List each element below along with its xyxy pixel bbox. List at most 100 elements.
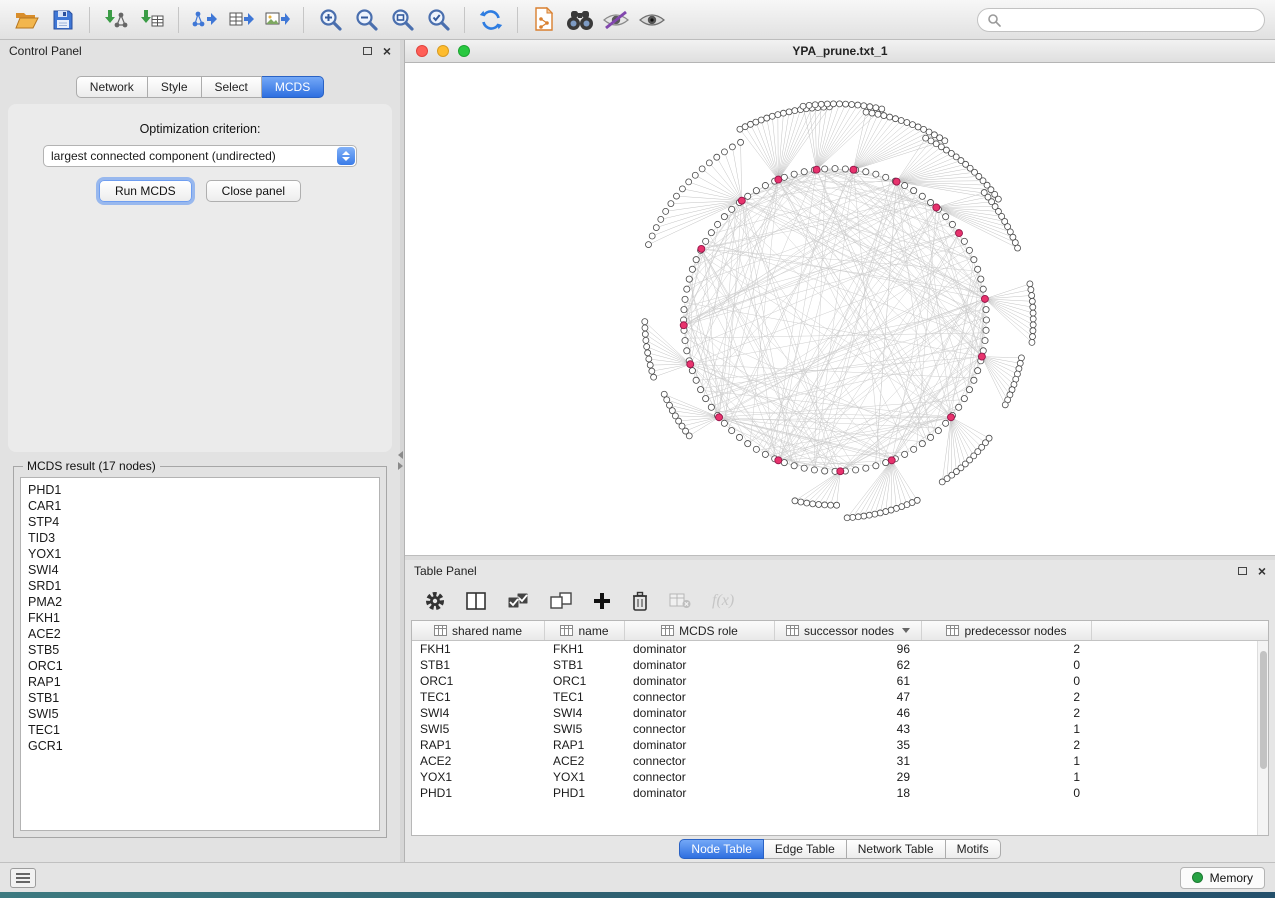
tab-select[interactable]: Select	[202, 76, 262, 98]
export-table-button[interactable]	[224, 5, 258, 35]
deselect-all-button[interactable]	[550, 592, 572, 610]
column-header-successor-nodes[interactable]: successor nodes	[775, 621, 922, 640]
apply-layout-button[interactable]	[474, 5, 508, 35]
table-row[interactable]: TEC1TEC1connector472	[412, 689, 1268, 705]
mcds-result-item[interactable]: TID3	[21, 530, 379, 546]
column-header-predecessor-nodes[interactable]: predecessor nodes	[922, 621, 1092, 640]
chevron-down-icon[interactable]	[902, 628, 910, 633]
mcds-result-item[interactable]: STB1	[21, 690, 379, 706]
tab-style[interactable]: Style	[148, 76, 202, 98]
column-header-name[interactable]: name	[545, 621, 625, 640]
criterion-dropdown[interactable]: largest connected component (undirected)	[43, 145, 357, 167]
mcds-result-item[interactable]: CAR1	[21, 498, 379, 514]
column-type-icon	[434, 625, 447, 636]
table-row[interactable]: PHD1PHD1dominator180	[412, 785, 1268, 801]
open-network-button[interactable]	[10, 5, 44, 35]
mcds-result-list[interactable]: PHD1CAR1STP4TID3YOX1SWI4SRD1PMA2FKH1ACE2…	[20, 477, 380, 831]
gear-icon	[425, 591, 445, 611]
table-cell: PHD1	[412, 785, 545, 801]
tab-network[interactable]: Network	[76, 76, 148, 98]
find-button[interactable]	[563, 5, 597, 35]
table-scrollbar[interactable]	[1257, 641, 1268, 835]
panel-splitter[interactable]	[400, 40, 404, 862]
splitter-collapse-icon[interactable]	[398, 451, 403, 470]
table-mode-button[interactable]	[425, 591, 445, 611]
mcds-result-item[interactable]: ACE2	[21, 626, 379, 642]
tab-edge-table[interactable]: Edge Table	[764, 839, 847, 859]
mcds-result-item[interactable]: SWI4	[21, 562, 379, 578]
export-image-button[interactable]	[260, 5, 294, 35]
export-network-button[interactable]	[188, 5, 222, 35]
column-header-filler	[1092, 621, 1268, 640]
table-cell: ACE2	[412, 753, 545, 769]
mcds-result-item[interactable]: ORC1	[21, 658, 379, 674]
columns-icon	[466, 592, 486, 610]
share-network-file-button[interactable]	[527, 5, 561, 35]
hide-selected-button[interactable]	[599, 5, 633, 35]
scrollbar-thumb[interactable]	[1260, 651, 1267, 769]
mcds-result-item[interactable]: TEC1	[21, 722, 379, 738]
mcds-result-item[interactable]: PMA2	[21, 594, 379, 610]
mcds-result-item[interactable]: STP4	[21, 514, 379, 530]
zoom-selected-button[interactable]	[421, 5, 455, 35]
tab-mcds[interactable]: MCDS	[262, 76, 324, 98]
table-cell: connector	[625, 753, 775, 769]
export-table-icon	[228, 8, 254, 32]
table-cell: ORC1	[545, 673, 625, 689]
table-row[interactable]: RAP1RAP1dominator352	[412, 737, 1268, 753]
tab-network-table[interactable]: Network Table	[847, 839, 946, 859]
column-header-mcds-role[interactable]: MCDS role	[625, 621, 775, 640]
float-panel-icon[interactable]	[1238, 567, 1247, 575]
delete-table-icon	[669, 593, 691, 609]
network-graph[interactable]	[405, 63, 1275, 555]
show-all-button[interactable]	[635, 5, 669, 35]
table-row[interactable]: ORC1ORC1dominator610	[412, 673, 1268, 689]
zoom-in-button[interactable]	[313, 5, 347, 35]
mcds-result-item[interactable]: SRD1	[21, 578, 379, 594]
mcds-result-item[interactable]: RAP1	[21, 674, 379, 690]
mcds-result-item[interactable]: FKH1	[21, 610, 379, 626]
mcds-result-item[interactable]: SWI5	[21, 706, 379, 722]
mcds-result-item[interactable]: STB5	[21, 642, 379, 658]
show-columns-button[interactable]	[466, 592, 486, 610]
table-row[interactable]: YOX1YOX1connector291	[412, 769, 1268, 785]
import-network-button[interactable]	[99, 5, 133, 35]
minimize-window-icon[interactable]	[437, 45, 449, 57]
select-all-button[interactable]	[507, 592, 529, 610]
table-row[interactable]: SWI4SWI4dominator462	[412, 705, 1268, 721]
application-window: Control Panel × Network Style Select MCD…	[0, 0, 1275, 898]
tab-motifs[interactable]: Motifs	[946, 839, 1001, 859]
memory-button[interactable]: Memory	[1180, 867, 1265, 889]
close-panel-button[interactable]: Close panel	[206, 180, 301, 202]
maximize-window-icon[interactable]	[458, 45, 470, 57]
close-window-icon[interactable]	[416, 45, 428, 57]
zoom-fit-button[interactable]	[385, 5, 419, 35]
tab-node-table[interactable]: Node Table	[679, 839, 764, 859]
function-builder-button[interactable]: f(x)	[712, 592, 734, 610]
float-panel-icon[interactable]	[363, 47, 372, 55]
save-session-button[interactable]	[46, 5, 80, 35]
network-canvas[interactable]	[405, 63, 1275, 555]
network-window-titlebar[interactable]: YPA_prune.txt_1	[405, 40, 1275, 63]
import-table-button[interactable]	[135, 5, 169, 35]
table-row[interactable]: FKH1FKH1dominator962	[412, 641, 1268, 657]
create-column-button[interactable]	[593, 592, 611, 610]
search-box	[977, 8, 1265, 32]
column-header-shared-name[interactable]: shared name	[412, 621, 545, 640]
run-mcds-button[interactable]: Run MCDS	[99, 180, 192, 202]
mcds-result-item[interactable]: GCR1	[21, 738, 379, 754]
show-log-button[interactable]	[10, 868, 36, 888]
zoom-out-button[interactable]	[349, 5, 383, 35]
close-panel-icon[interactable]: ×	[1258, 564, 1266, 578]
table-row[interactable]: STB1STB1dominator620	[412, 657, 1268, 673]
delete-table-button[interactable]	[669, 593, 691, 609]
search-input[interactable]	[1007, 13, 1255, 27]
table-row[interactable]: SWI5SWI5connector431	[412, 721, 1268, 737]
close-panel-icon[interactable]: ×	[383, 44, 391, 58]
mcds-result-item[interactable]: YOX1	[21, 546, 379, 562]
table-row[interactable]: ACE2ACE2connector311	[412, 753, 1268, 769]
table-panel-title: Table Panel	[414, 564, 477, 578]
delete-column-button[interactable]	[632, 591, 648, 611]
mcds-result-item[interactable]: PHD1	[21, 482, 379, 498]
control-panel-titlebar: Control Panel ×	[0, 40, 400, 62]
